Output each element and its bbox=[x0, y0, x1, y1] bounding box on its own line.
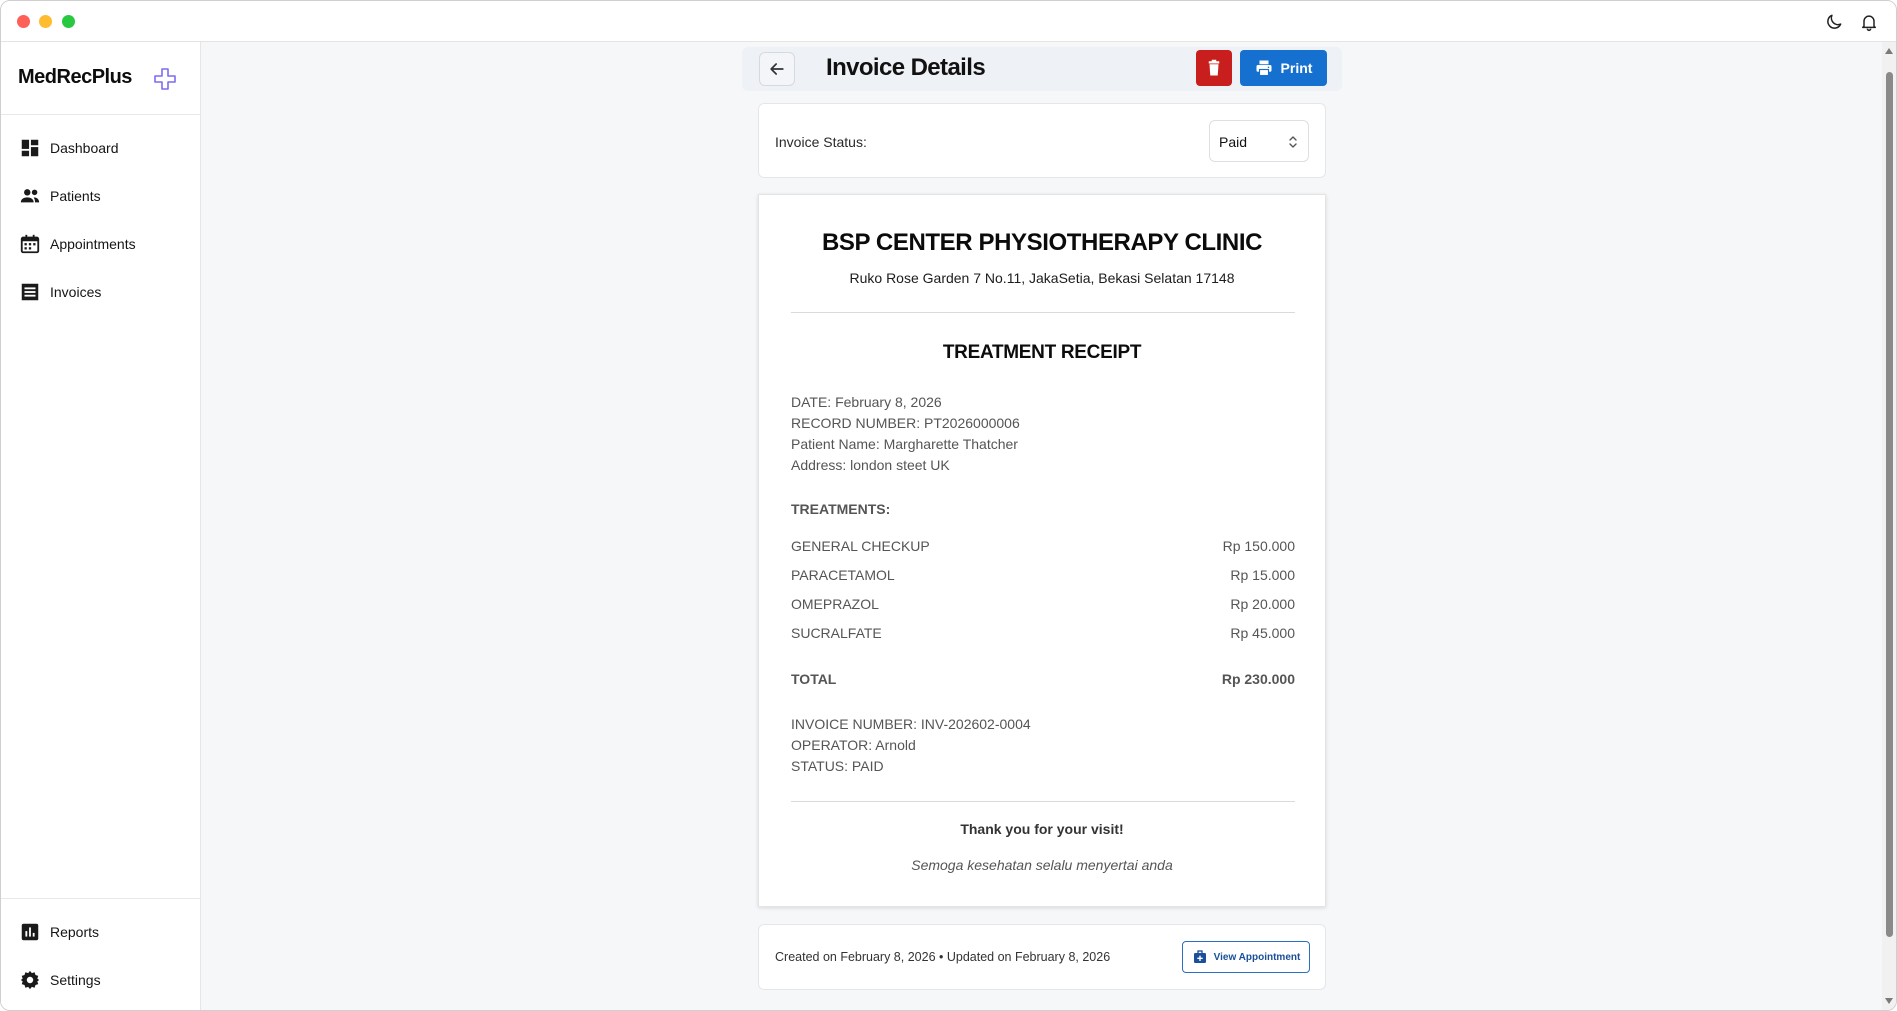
footer-card: Created on February 8, 2026 • Updated on… bbox=[758, 924, 1326, 990]
scroll-thumb[interactable] bbox=[1886, 72, 1893, 937]
page-title: Invoice Details bbox=[826, 54, 986, 81]
bell-icon[interactable] bbox=[1859, 12, 1879, 32]
treatment-name: SUCRALFATE bbox=[791, 625, 882, 641]
print-button[interactable]: Print bbox=[1240, 50, 1327, 86]
view-appointment-label: View Appointment bbox=[1213, 951, 1301, 963]
treatment-row: PARACETAMOL Rp 15.000 bbox=[791, 567, 1295, 585]
total-label: TOTAL bbox=[791, 671, 837, 687]
invoice-status-select[interactable]: Paid bbox=[1209, 120, 1309, 162]
clinic-address: Ruko Rose Garden 7 No.11, JakaSetia, Bek… bbox=[849, 270, 1235, 286]
sidebar-item-label: Reports bbox=[50, 924, 100, 940]
operator: OPERATOR: Arnold bbox=[791, 737, 916, 753]
sidebar-item-label: Settings bbox=[50, 972, 101, 988]
print-button-label: Print bbox=[1280, 60, 1313, 76]
bar-chart-icon bbox=[21, 923, 39, 941]
people-icon bbox=[20, 189, 40, 203]
receipt-date: DATE: February 8, 2026 bbox=[791, 394, 942, 410]
trash-icon bbox=[1208, 59, 1220, 76]
invoice-status-value: Paid bbox=[1219, 134, 1248, 150]
close-window-button[interactable] bbox=[17, 15, 30, 28]
patient-name: Patient Name: Margharette Thatcher bbox=[791, 436, 1018, 452]
brand-name: MedRecPlus bbox=[18, 66, 132, 88]
treatment-price: Rp 45.000 bbox=[1230, 625, 1295, 641]
maximize-window-button[interactable] bbox=[62, 15, 75, 28]
view-appointment-button[interactable]: View Appointment bbox=[1182, 941, 1310, 973]
minimize-window-button[interactable] bbox=[39, 15, 52, 28]
receipt-document: BSP CENTER PHYSIOTHERAPY CLINIC Ruko Ros… bbox=[758, 194, 1326, 907]
dashboard-icon bbox=[21, 139, 39, 157]
thank-you-message: Thank you for your visit! bbox=[960, 821, 1124, 837]
sidebar-item-label: Appointments bbox=[50, 236, 136, 252]
sidebar-item-settings[interactable]: Settings bbox=[19, 968, 101, 992]
title-bar bbox=[1, 1, 1896, 42]
delete-button[interactable] bbox=[1196, 50, 1232, 86]
receipt-divider bbox=[791, 801, 1295, 802]
created-updated-meta: Created on February 8, 2026 • Updated on… bbox=[775, 950, 1111, 964]
gear-icon bbox=[20, 970, 40, 990]
sidebar-item-reports[interactable]: Reports bbox=[19, 920, 99, 944]
treatments-heading: TREATMENTS: bbox=[791, 501, 891, 517]
sidebar-bottom-divider bbox=[1, 898, 201, 899]
scroll-down-arrow[interactable] bbox=[1885, 998, 1893, 1004]
treatment-name: GENERAL CHECKUP bbox=[791, 538, 930, 554]
sidebar-item-label: Patients bbox=[50, 188, 101, 204]
treatment-price: Rp 20.000 bbox=[1230, 596, 1295, 612]
back-button[interactable] bbox=[759, 52, 795, 86]
updown-chevron-icon bbox=[1289, 136, 1297, 148]
sidebar-item-dashboard[interactable]: Dashboard bbox=[19, 136, 119, 160]
app-window: MedRecPlus Dashboard Patients Appointmen… bbox=[0, 0, 1897, 1011]
receipt-icon bbox=[21, 283, 39, 301]
moon-icon[interactable] bbox=[1824, 12, 1844, 32]
treatment-row: GENERAL CHECKUP Rp 150.000 bbox=[791, 538, 1295, 556]
record-number: RECORD NUMBER: PT2026000006 bbox=[791, 415, 1020, 431]
vertical-scrollbar[interactable] bbox=[1882, 42, 1896, 1010]
receipt-title: TREATMENT RECEIPT bbox=[942, 342, 1142, 363]
invoice-number: INVOICE NUMBER: INV-202602-0004 bbox=[791, 716, 1031, 732]
scroll-up-arrow[interactable] bbox=[1885, 48, 1893, 54]
sidebar-item-invoices[interactable]: Invoices bbox=[19, 280, 101, 304]
treatment-row: OMEPRAZOL Rp 20.000 bbox=[791, 596, 1295, 614]
treatment-row: SUCRALFATE Rp 45.000 bbox=[791, 625, 1295, 643]
blessing-message: Semoga kesehatan selalu menyertai anda bbox=[911, 857, 1173, 873]
clinic-name: BSP CENTER PHYSIOTHERAPY CLINIC bbox=[821, 229, 1263, 256]
main-content: Invoice Details Print Invoice Status: Pa… bbox=[202, 42, 1882, 1010]
invoice-status-card: Invoice Status: Paid bbox=[758, 103, 1326, 178]
sidebar-item-patients[interactable]: Patients bbox=[19, 184, 101, 208]
arrow-left-icon bbox=[770, 63, 784, 75]
sidebar: MedRecPlus Dashboard Patients Appointmen… bbox=[1, 42, 201, 1010]
brand-divider bbox=[1, 114, 201, 115]
calendar-icon bbox=[20, 234, 40, 254]
treatment-price: Rp 150.000 bbox=[1222, 538, 1295, 554]
sidebar-item-label: Dashboard bbox=[50, 140, 119, 156]
treatment-name: OMEPRAZOL bbox=[791, 596, 879, 612]
printer-icon bbox=[1256, 60, 1272, 77]
medical-cross-icon bbox=[153, 67, 177, 91]
sidebar-item-appointments[interactable]: Appointments bbox=[19, 232, 136, 256]
medical-bag-icon bbox=[1193, 950, 1206, 963]
treatment-price: Rp 15.000 bbox=[1230, 567, 1295, 583]
total-value: Rp 230.000 bbox=[1221, 671, 1295, 687]
invoice-status-label: Invoice Status: bbox=[775, 134, 867, 150]
receipt-divider bbox=[791, 312, 1295, 313]
receipt-status: STATUS: PAID bbox=[791, 758, 884, 774]
treatment-name: PARACETAMOL bbox=[791, 567, 895, 583]
patient-address: Address: london steet UK bbox=[791, 457, 950, 473]
sidebar-item-label: Invoices bbox=[50, 284, 102, 300]
total-row: TOTAL Rp 230.000 bbox=[791, 671, 1295, 687]
